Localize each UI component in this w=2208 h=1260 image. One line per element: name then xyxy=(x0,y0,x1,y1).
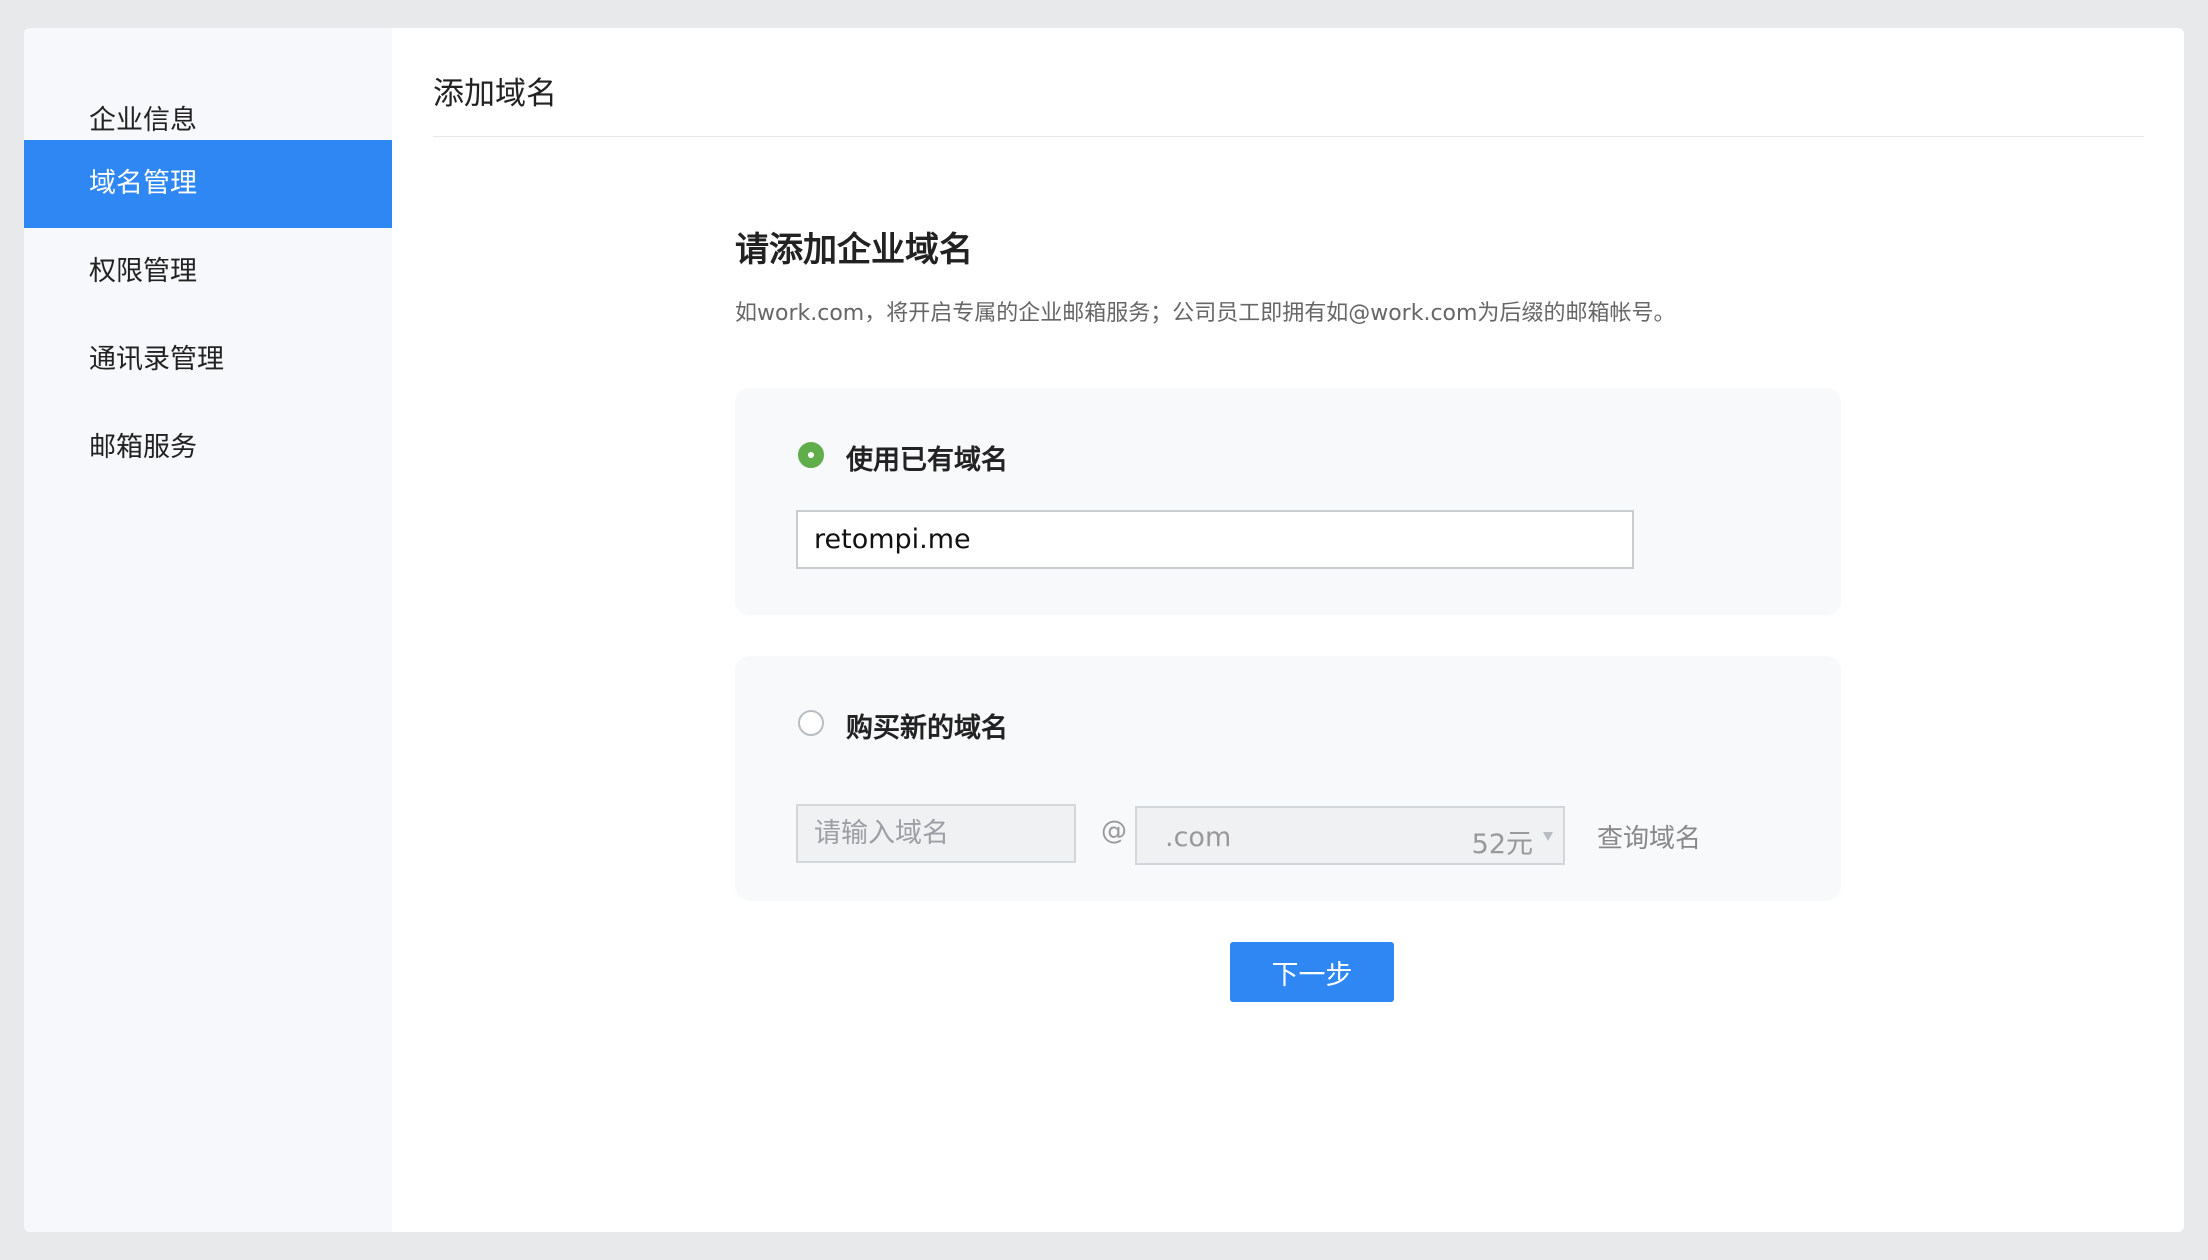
sidebar-item-permission-management[interactable]: 权限管理 xyxy=(24,228,392,316)
page-title: 添加域名 xyxy=(433,76,557,112)
sidebar-item-contacts-management[interactable]: 通讯录管理 xyxy=(24,316,392,404)
tld-value: .com xyxy=(1165,822,1232,853)
buy-domain-label[interactable]: 购买新的域名 xyxy=(846,706,1008,745)
buy-domain-radio[interactable] xyxy=(798,710,824,736)
existing-domain-input[interactable] xyxy=(796,510,1634,569)
title-divider xyxy=(433,136,2144,137)
next-step-button[interactable]: 下一步 xyxy=(1230,942,1394,1002)
tld-price: 52元 xyxy=(1471,829,1533,860)
app-window: 企业信息 域名管理 权限管理 通讯录管理 邮箱服务 添加域名 请添加企业域名 如… xyxy=(24,28,2184,1232)
existing-domain-radio[interactable] xyxy=(798,442,824,468)
query-domain-link[interactable]: 查询域名 xyxy=(1597,818,1701,855)
main-content: 添加域名 请添加企业域名 如work.com，将开启专属的企业邮箱服务；公司员工… xyxy=(392,28,2184,1232)
sidebar-item-mail-service[interactable]: 邮箱服务 xyxy=(24,404,392,492)
sidebar: 企业信息 域名管理 权限管理 通讯录管理 邮箱服务 xyxy=(24,28,392,1232)
new-domain-input[interactable] xyxy=(796,804,1076,863)
sidebar-item-domain-management[interactable]: 域名管理 xyxy=(24,140,392,228)
chevron-down-icon xyxy=(1543,832,1553,841)
section-description: 如work.com，将开启专属的企业邮箱服务；公司员工即拥有如@work.com… xyxy=(735,301,1676,326)
existing-domain-label[interactable]: 使用已有域名 xyxy=(846,438,1008,477)
at-sign: @ xyxy=(1101,816,1127,846)
tld-select[interactable]: .com 52元 xyxy=(1135,806,1565,865)
buy-domain-card: 购买新的域名 @ .com 52元 查询域名 xyxy=(735,656,1841,901)
section-heading: 请添加企业域名 xyxy=(735,230,973,270)
existing-domain-card: 使用已有域名 xyxy=(735,388,1841,615)
